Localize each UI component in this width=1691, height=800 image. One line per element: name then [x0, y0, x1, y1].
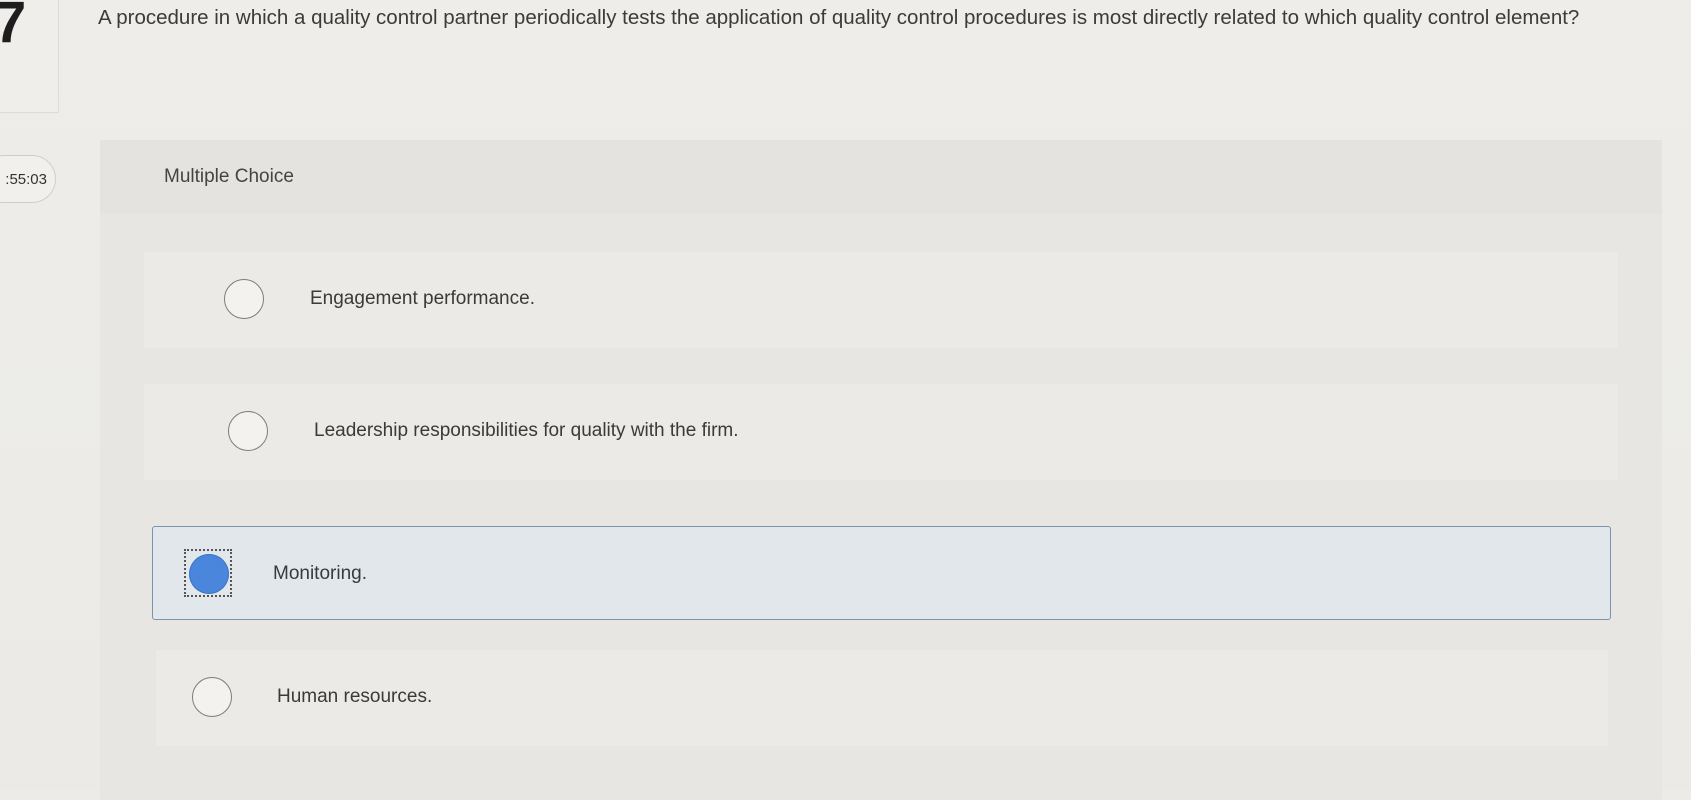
- answer-option-label: Leadership responsibilities for quality …: [314, 420, 739, 441]
- multiple-choice-header: Multiple Choice: [100, 140, 1662, 214]
- answer-option-human-resources[interactable]: Human resources.: [156, 650, 1608, 746]
- answer-option-leadership[interactable]: Leadership responsibilities for quality …: [144, 384, 1618, 480]
- answer-option-label: Monitoring.: [273, 563, 367, 584]
- radio-button[interactable]: [192, 677, 232, 717]
- radio-button-selected[interactable]: [189, 554, 229, 594]
- question-prompt: A procedure in which a quality control p…: [98, 6, 1580, 29]
- multiple-choice-card: Multiple Choice Engagement performance. …: [100, 140, 1662, 800]
- answer-option-label: Human resources.: [277, 686, 433, 707]
- answer-option-label: Engagement performance.: [310, 288, 535, 309]
- question-number-panel: 7: [0, 0, 59, 113]
- timer-text: :55:03: [5, 170, 47, 188]
- radio-button[interactable]: [224, 279, 264, 319]
- radio-button[interactable]: [228, 411, 268, 451]
- timer-badge: :55:03: [0, 155, 56, 203]
- answer-option-engagement-performance[interactable]: Engagement performance.: [144, 252, 1618, 348]
- question-number: 7: [0, 0, 27, 55]
- answer-option-monitoring[interactable]: Monitoring.: [152, 526, 1611, 620]
- question-type-label: Multiple Choice: [164, 166, 294, 187]
- quiz-page: 7 :55:03 A procedure in which a quality …: [0, 0, 1691, 800]
